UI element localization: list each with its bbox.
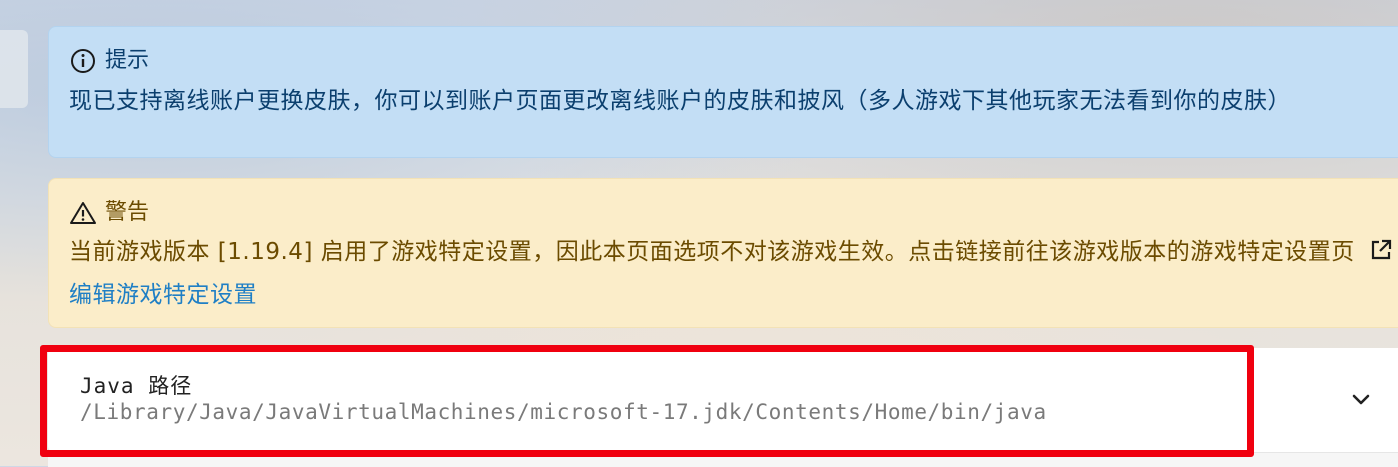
chevron-down-icon[interactable] — [1348, 386, 1374, 412]
warning-alert-header: 警告 — [69, 199, 149, 227]
info-alert-title: 提示 — [105, 48, 150, 73]
info-alert-header: 提示 — [69, 47, 149, 75]
warning-triangle-icon — [69, 199, 97, 227]
warning-alert-title: 警告 — [105, 200, 150, 225]
setting-title: Java 路径 — [80, 374, 193, 398]
warning-alert-body: 当前游戏版本 [1.19.4] 启用了游戏特定设置，因此本页面选项不对该游戏生效… — [69, 232, 1398, 315]
next-setting-edge — [48, 452, 1398, 467]
setting-value: /Library/Java/JavaVirtualMachines/micros… — [80, 400, 1047, 424]
warning-alert-text: 当前游戏版本 [1.19.4] 启用了游戏特定设置，因此本页面选项不对该游戏生效… — [69, 239, 1355, 265]
info-circle-icon — [69, 47, 97, 75]
external-link-icon[interactable] — [1369, 235, 1393, 275]
sidebar-edge — [0, 30, 28, 108]
info-alert-body: 现已支持离线账户更换皮肤，你可以到账户页面更改离线账户的皮肤和披风（多人游戏下其… — [69, 88, 1291, 114]
warning-alert: 警告 当前游戏版本 [1.19.4] 启用了游戏特定设置，因此本页面选项不对该游… — [48, 178, 1398, 328]
info-alert: 提示 现已支持离线账户更换皮肤，你可以到账户页面更改离线账户的皮肤和披风（多人游… — [48, 26, 1398, 158]
edit-game-specific-settings-link[interactable]: 编辑游戏特定设置 — [69, 282, 257, 308]
java-path-setting[interactable]: Java 路径 /Library/Java/JavaVirtualMachine… — [48, 348, 1398, 452]
